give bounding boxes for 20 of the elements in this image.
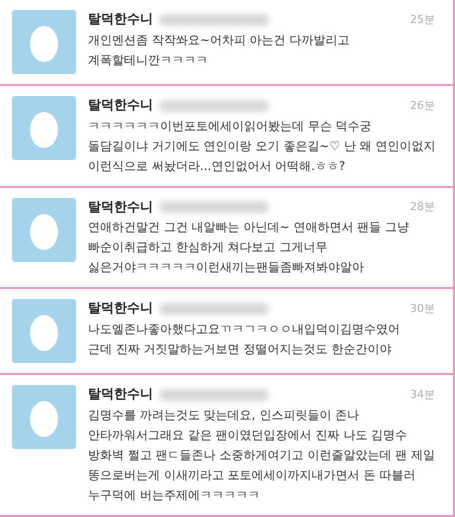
tweet-text: 김명수를 까려는것도 맞는데요, 인스피릿들이 존나 안타까워서그래요 같은 팬이였던입장에서 진짜 나도 김명수 방화벽 쩔고 팬ㄷ들존나 소중하게여기고 이런줄알았는데 팬 제일 똥으로버는게 이새끼라고 포토에세이까지내가면서 돈 따블러 누구덕에 버는주제에ㅋㅋㅋㅋㅋ (88, 406, 435, 504)
egg-avatar[interactable] (12, 198, 76, 262)
tweet-text: 개인멘션좀 작작쏴요~어차피 아는건 다까발리고 계폭할테니깐ㅋㅋㅋㅋ (88, 32, 350, 68)
tweet-time: 25분 (410, 12, 435, 28)
display-name: 탈덕한수니 (88, 97, 153, 115)
egg-avatar[interactable] (12, 299, 76, 363)
egg-avatar[interactable] (12, 96, 76, 160)
display-name: 탈덕한수니 (88, 386, 153, 404)
tweet-time: 34분 (410, 386, 435, 402)
tweet-time: 30분 (410, 300, 435, 316)
egg-avatar[interactable] (12, 385, 76, 449)
tweet-time: 26분 (410, 98, 435, 114)
display-name: 탈덕한수니 (88, 198, 153, 216)
tweet-time: 28분 (410, 199, 435, 215)
egg-avatar[interactable] (12, 10, 76, 74)
display-name: 탈덕한수니 (88, 11, 153, 29)
tweet-text: ㅋㅋㅋㅋㅋㅋ이번포토에세이읽어봤는데 무슨 덕수궁 돌담길이냐 거기에도 연인이랑 오기 좋은길~♡ 난 왜 연인이없지 이런식으로 써놨더라...연인없어서 어떡해.ㅎㅎ? (88, 118, 435, 174)
tweet-text: 나도엘존나좋아했다고요ㄲㅋㄱㅋㅇㅇ내입덕이김명수였어 근데 진짜 거짓말하는거보면 정떨어지는것도 한순간이야 (88, 320, 401, 358)
display-name: 탈덕한수니 (88, 300, 153, 318)
tweet-text: 연애하건말건 그건 내알빠는 아닌데~ 연애하면서 팬들 그냥 빠순이취급하고 한심하게 쳐다보고 그게너무 싫은거야ㅋㅋㅋㅋㅋ이런새끼는팬들좀빠져봐야알아 (88, 219, 410, 276)
